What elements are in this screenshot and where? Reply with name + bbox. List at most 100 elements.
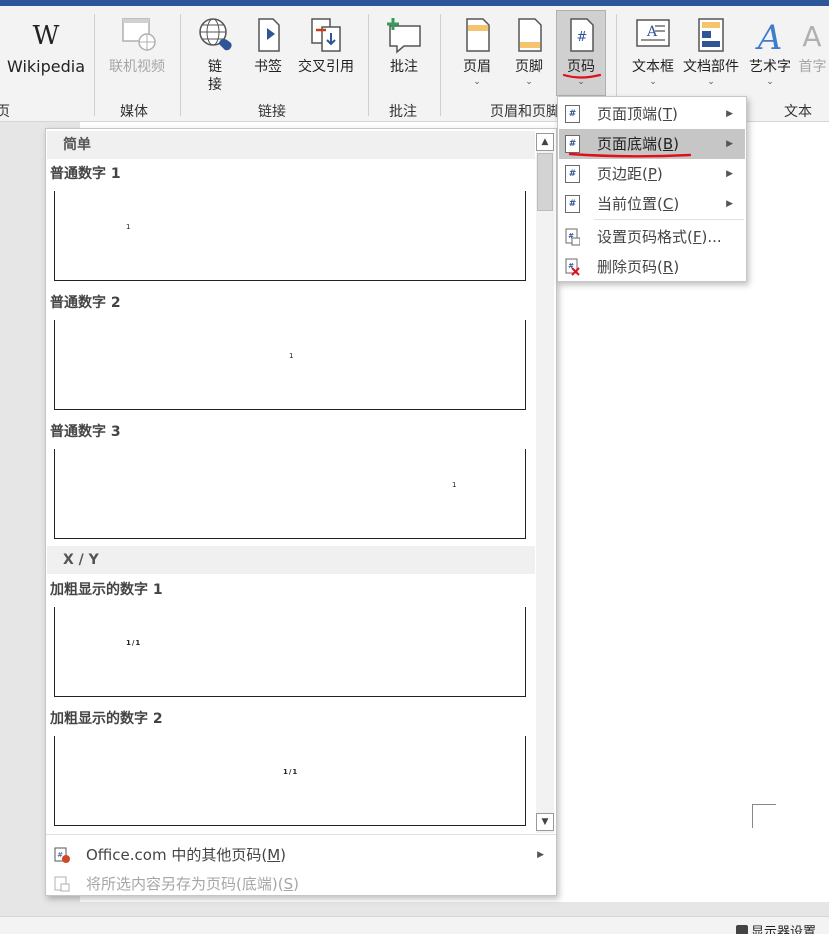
- gallery-item-preview[interactable]: 1: [54, 449, 526, 539]
- cross-reference-icon: [311, 18, 341, 52]
- group-divider: [94, 14, 95, 116]
- comment-icon: [387, 18, 421, 54]
- ellipsis: ...: [707, 228, 722, 246]
- chevron-down-icon: ⌄: [707, 77, 715, 87]
- page-corner-marker: [752, 804, 776, 828]
- gallery-item-preview[interactable]: 1: [54, 191, 526, 281]
- access-key: C: [662, 195, 674, 213]
- access-key: R: [662, 258, 674, 276]
- menu-item-page-margins[interactable]: # 页边距(P) ▶: [559, 159, 745, 189]
- chevron-right-icon: ▶: [726, 199, 733, 209]
- red-underline-annotation: [568, 152, 692, 158]
- menu-item-top-of-page[interactable]: # 页面顶端(T) ▶: [559, 99, 745, 129]
- group-label-text: 文本: [784, 104, 812, 120]
- wordart-button[interactable]: A 艺术字 ⌄: [744, 16, 796, 87]
- menu-separator: [594, 219, 744, 220]
- save-selection-item[interactable]: 将所选内容另存为页码(底端)(S): [46, 870, 556, 898]
- group-label-links: 链接: [258, 104, 286, 120]
- scroll-up-button[interactable]: ▲: [536, 133, 554, 151]
- chevron-right-icon: ▶: [726, 169, 733, 179]
- menu-item-label: 页边距: [597, 165, 643, 183]
- chevron-right-icon: ▶: [726, 109, 733, 119]
- chevron-right-icon: ▶: [537, 850, 544, 860]
- footer-label: 页脚: [515, 59, 543, 75]
- link-button[interactable]: 链 接: [190, 16, 240, 94]
- monitor-icon: [736, 925, 748, 934]
- chevron-down-icon: ⌄: [766, 77, 774, 87]
- page-margins-icon: #: [565, 165, 580, 183]
- more-page-numbers-item[interactable]: # Office.com 中的其他页码(M) ▶: [46, 841, 556, 869]
- red-underline-annotation: [562, 73, 602, 79]
- online-video-button[interactable]: 联机视频: [100, 16, 174, 76]
- bookmark-icon: [258, 18, 280, 52]
- quick-parts-icon: [698, 18, 724, 52]
- link-label: 链 接: [208, 59, 222, 93]
- bookmark-label: 书签: [254, 59, 282, 75]
- header-icon: [466, 18, 490, 52]
- group-divider: [180, 14, 181, 116]
- menu-item-remove-page-numbers[interactable]: # 删除页码(R): [559, 252, 745, 282]
- footer-icon: [518, 18, 542, 52]
- svg-text:A: A: [755, 18, 783, 54]
- remove-page-numbers-icon: #: [565, 258, 580, 276]
- header-button[interactable]: 页眉 ⌄: [452, 16, 502, 87]
- group-divider: [440, 14, 441, 116]
- scroll-down-button[interactable]: ▼: [536, 813, 554, 831]
- bookmark-button[interactable]: 书签: [246, 16, 290, 76]
- access-key: T: [662, 105, 673, 123]
- gallery-item-preview[interactable]: 1/1: [54, 736, 526, 826]
- wikipedia-button[interactable]: W Wikipedia: [4, 16, 88, 76]
- wordart-label: 艺术字: [749, 59, 791, 75]
- header-label: 页眉: [463, 59, 491, 75]
- gallery-item-preview[interactable]: 1: [54, 320, 526, 410]
- menu-item-format-page-numbers[interactable]: # 设置页码格式(F)...: [559, 222, 745, 252]
- menu-item-current-position[interactable]: # 当前位置(C) ▶: [559, 189, 745, 219]
- menu-item-label: 当前位置: [597, 195, 658, 213]
- gallery-footer: # Office.com 中的其他页码(M) ▶ 将所选内容另存为页码(底端)(…: [46, 834, 556, 894]
- page-top-icon: #: [565, 105, 580, 123]
- gallery-item-title: 普通数字 3: [50, 424, 121, 440]
- textbox-button[interactable]: A 文本框 ⌄: [626, 16, 680, 87]
- textbox-icon: A: [636, 19, 670, 47]
- gallery-scroll-area: 简单 普通数字 1 1 普通数字 2 1 普通数字 3 1 X / Y 加粗显示…: [46, 129, 536, 834]
- display-settings-button[interactable]: 显示器设置: [736, 921, 816, 934]
- page-number-sample: 1: [126, 223, 131, 231]
- status-bar: 显示器设置: [0, 916, 829, 934]
- more-page-numbers-label: Office.com 中的其他页码: [86, 846, 262, 864]
- cross-reference-button[interactable]: 交叉引用: [294, 16, 358, 76]
- chevron-right-icon: ▶: [726, 139, 733, 149]
- page-number-sample: 1/1: [283, 768, 299, 776]
- group-label-header-footer: 页眉和页脚: [490, 104, 560, 120]
- new-comment-button[interactable]: 批注: [378, 16, 430, 76]
- comment-label: 批注: [390, 59, 418, 75]
- page-number-sample: 1: [289, 352, 294, 360]
- online-video-label: 联机视频: [109, 59, 165, 75]
- chevron-down-icon: ⌄: [473, 77, 481, 87]
- gallery-item-preview[interactable]: 1/1: [54, 607, 526, 697]
- office-page-number-icon: #: [54, 847, 70, 863]
- wikipedia-icon: W: [33, 21, 60, 51]
- access-key: F: [692, 228, 702, 246]
- gallery-item-title: 加粗显示的数字 2: [50, 711, 163, 727]
- svg-text:#: #: [57, 851, 63, 859]
- page-number-button[interactable]: # 页码 ⌄: [556, 10, 606, 96]
- footer-button[interactable]: 页脚 ⌄: [504, 16, 554, 87]
- format-page-numbers-icon: #: [565, 228, 580, 246]
- menu-item-label: 删除页码: [597, 258, 658, 276]
- scrollbar-thumb[interactable]: [537, 153, 553, 211]
- page-number-sample: 1: [452, 481, 457, 489]
- chevron-down-icon: ⌄: [649, 77, 657, 87]
- access-key: M: [267, 846, 281, 864]
- group-divider: [368, 14, 369, 116]
- drop-cap-button[interactable]: A 首字: [796, 16, 829, 76]
- group-label-clipped: 页: [0, 104, 10, 120]
- gallery-scrollbar[interactable]: ▲ ▼: [536, 133, 554, 833]
- globe-link-icon: [199, 18, 232, 51]
- display-settings-label: 显示器设置: [751, 925, 817, 934]
- save-to-gallery-icon: [54, 876, 70, 892]
- wordart-icon: A: [755, 18, 783, 58]
- wikipedia-label: Wikipedia: [6, 57, 86, 76]
- page-number-sample: 1/1: [126, 639, 142, 647]
- menu-item-label: 页面顶端: [597, 105, 658, 123]
- quick-parts-button[interactable]: 文档部件 ⌄: [680, 16, 742, 87]
